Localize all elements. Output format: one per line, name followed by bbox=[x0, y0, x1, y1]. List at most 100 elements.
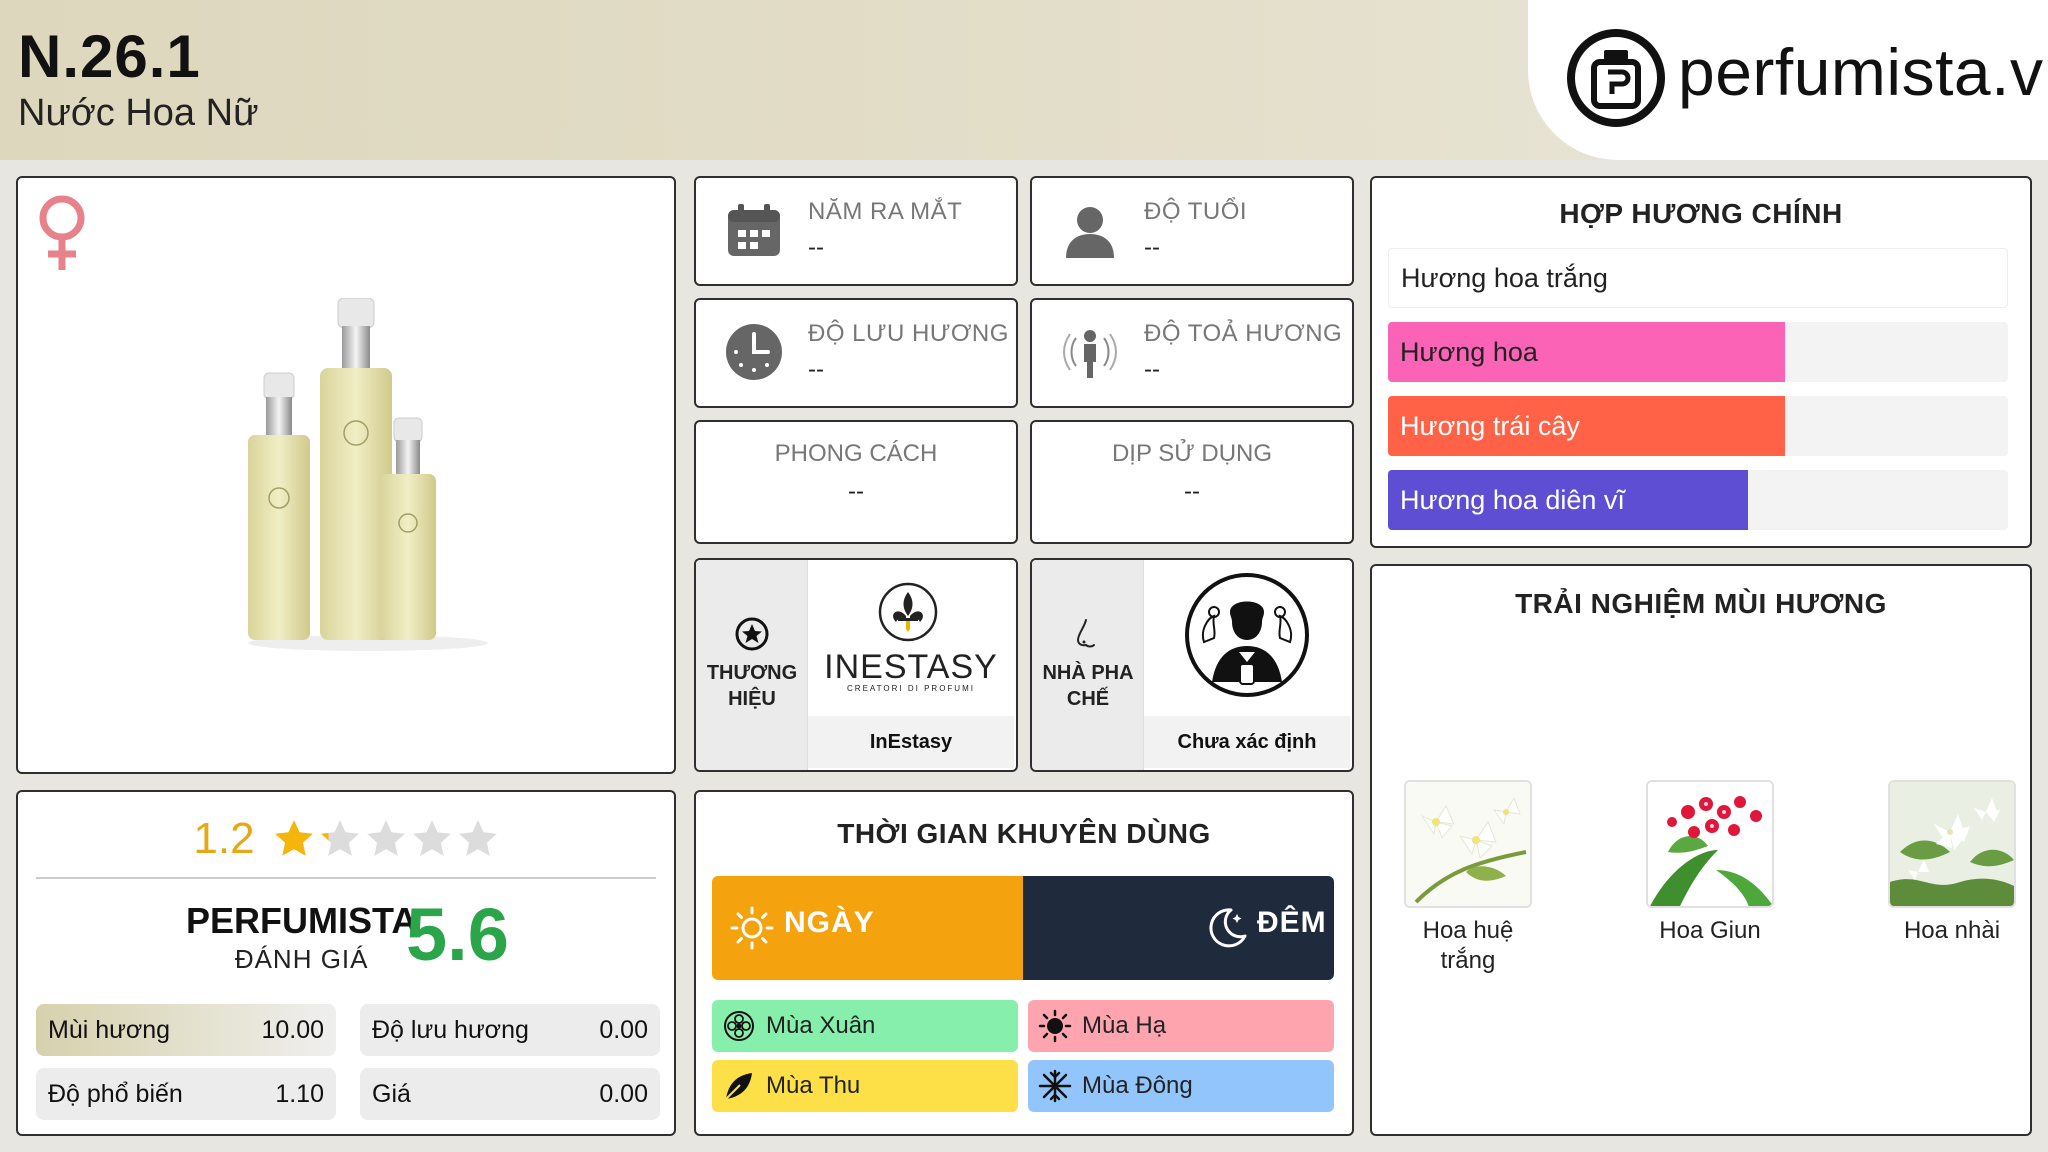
nose-icon bbox=[1076, 619, 1095, 648]
star-icon[interactable] bbox=[457, 818, 499, 860]
age-box: ĐỘ TUỔI -- bbox=[1030, 176, 1354, 286]
site-logo-text: perfumista.vn bbox=[1678, 35, 2048, 109]
jasmine-flower-icon bbox=[1890, 782, 2014, 906]
star-icon[interactable] bbox=[273, 818, 315, 860]
metric-longevity: Độ lưu hương 0.00 bbox=[360, 1004, 660, 1056]
day-label: NGÀY bbox=[784, 906, 875, 939]
brand-label-column: THƯƠNG HIỆU bbox=[696, 560, 808, 770]
metric-scent: Mùi hương 10.00 bbox=[36, 1004, 336, 1056]
note-name: Hoa nhài bbox=[1903, 917, 2001, 944]
style-value: -- bbox=[848, 478, 864, 505]
scent-experience-panel: TRẢI NGHIỆM MÙI HƯƠNG Hoa huệ trắng Hoa … bbox=[1370, 564, 2032, 1136]
perfumista-rating-caption: ĐÁNH GIÁ bbox=[234, 944, 369, 974]
note-name: Hoa Giun bbox=[1659, 917, 1761, 944]
accord-bar: Hương hoa bbox=[1388, 322, 2008, 382]
brand-logo: INESTASY CREATORI DI PROFUMI bbox=[808, 560, 1014, 716]
product-bottles-image bbox=[248, 298, 488, 651]
longevity-label: ĐỘ LƯU HƯƠNG bbox=[808, 320, 1009, 347]
season-label: Mùa Đông bbox=[1082, 1072, 1193, 1099]
fleur-de-lis-icon bbox=[878, 582, 938, 642]
snowflake-icon bbox=[1038, 1069, 1072, 1103]
occasion-label: DỊP SỬ DỤNG bbox=[1111, 440, 1273, 467]
occasion-box: DỊP SỬ DỤNG -- bbox=[1030, 420, 1354, 544]
accord-bar: Hương hoa diên vĩ bbox=[1388, 470, 2008, 530]
scent-experience-title: TRẢI NGHIỆM MÙI HƯƠNG bbox=[1515, 588, 1887, 619]
note-item[interactable]: Hoa huệ trắng bbox=[1388, 780, 1548, 976]
release-year-box: NĂM RA MẮT -- bbox=[694, 176, 1018, 286]
age-label: ĐỘ TUỔI bbox=[1144, 198, 1248, 225]
longevity-box: ĐỘ LƯU HƯƠNG -- bbox=[694, 298, 1018, 408]
note-item[interactable]: Hoa nhài bbox=[1872, 780, 2032, 946]
star-icon[interactable] bbox=[411, 818, 453, 860]
recommended-time-title: THỜI GIAN KHUYÊN DÙNG bbox=[837, 818, 1211, 849]
recommended-time-panel: THỜI GIAN KHUYÊN DÙNG NGÀY ĐÊM Mùa Xuân … bbox=[694, 790, 1354, 1136]
sillage-value: -- bbox=[1144, 356, 1160, 383]
star-icon[interactable] bbox=[365, 818, 407, 860]
star-badge-icon bbox=[735, 617, 769, 651]
note-image-rangoon-creeper bbox=[1646, 780, 1774, 908]
main-accords-panel: HỢP HƯƠNG CHÍNH Hương hoa trắng Hương ho… bbox=[1370, 176, 2032, 548]
brand-box[interactable]: THƯƠNG HIỆU INESTASY CREATORI DI PROFUMI… bbox=[694, 558, 1018, 772]
metric-label: Độ phổ biến bbox=[48, 1079, 183, 1108]
site-logo[interactable]: perfumista.vn bbox=[1528, 0, 2048, 160]
accord-bar: Hương trái cây bbox=[1388, 396, 2008, 456]
leaf-icon bbox=[725, 1073, 752, 1100]
metric-value: 10.00 bbox=[261, 1015, 324, 1044]
accord-bar: Hương hoa trắng bbox=[1388, 248, 2008, 308]
perfumer-label-column: NHÀ PHA CHẾ bbox=[1032, 560, 1144, 770]
perfumer-name: Chưa xác định bbox=[1144, 716, 1350, 768]
season-label: Mùa Thu bbox=[766, 1072, 861, 1099]
rating-divider bbox=[36, 877, 656, 879]
header: N.26.1 Nước Hoa Nữ perfumista.vn bbox=[0, 0, 2048, 160]
product-subtitle: Nước Hoa Nữ bbox=[18, 92, 259, 134]
perfumer-avatar bbox=[1144, 560, 1350, 716]
sun-icon bbox=[730, 906, 774, 950]
brand-logo-subtext: CREATORI DI PROFUMI bbox=[847, 684, 975, 693]
star-icon[interactable] bbox=[319, 818, 361, 860]
perfumer-label: NHÀ PHA CHẾ bbox=[1042, 662, 1134, 710]
day-segment: NGÀY bbox=[712, 876, 1023, 980]
release-year-value: -- bbox=[808, 234, 824, 261]
rating-value: 1.2 bbox=[193, 814, 255, 863]
note-name: Hoa huệ trắng bbox=[1422, 917, 1514, 974]
perfumista-score: 5.6 bbox=[406, 893, 509, 976]
metric-value: 0.00 bbox=[599, 1015, 648, 1044]
product-title: N.26.1 bbox=[18, 23, 201, 90]
night-label: ĐÊM bbox=[1257, 906, 1327, 939]
note-item[interactable]: Hoa Giun bbox=[1630, 780, 1790, 946]
metric-value: 0.00 bbox=[599, 1079, 648, 1108]
metric-popularity: Độ phổ biến 1.10 bbox=[36, 1068, 336, 1120]
calendar-icon bbox=[728, 204, 780, 256]
night-segment: ĐÊM bbox=[1023, 876, 1334, 980]
moon-icon bbox=[1209, 908, 1247, 948]
metric-value: 1.10 bbox=[275, 1079, 324, 1108]
occasion-value: -- bbox=[1184, 478, 1200, 505]
perfumista-rating-label: PERFUMISTA ĐÁNH GIÁ bbox=[186, 900, 417, 975]
rating-panel: 1.2 PERFUMISTA ĐÁNH GIÁ 5.6 Mùi hương 10… bbox=[16, 790, 676, 1136]
style-label: PHONG CÁCH bbox=[774, 440, 938, 467]
metric-label: Độ lưu hương bbox=[372, 1015, 529, 1044]
perfumer-box[interactable]: NHÀ PHA CHẾ Chưa xác định bbox=[1030, 558, 1354, 772]
female-symbol-icon bbox=[39, 195, 85, 270]
rating-stars[interactable] bbox=[273, 818, 499, 860]
sun-icon bbox=[1038, 1009, 1072, 1043]
accord-label: Hương trái cây bbox=[1400, 410, 1580, 441]
sillage-icon bbox=[1063, 330, 1117, 378]
sillage-box: ĐỘ TOẢ HƯƠNG -- bbox=[1030, 298, 1354, 408]
brand-logo-text: INESTASY bbox=[824, 648, 998, 686]
rangoon-creeper-flower-icon bbox=[1648, 782, 1772, 906]
style-box: PHONG CÁCH -- bbox=[694, 420, 1018, 544]
accord-label: Hương hoa bbox=[1400, 336, 1538, 367]
metric-price: Giá 0.00 bbox=[360, 1068, 660, 1120]
note-image-tuberose bbox=[1404, 780, 1532, 908]
perfumista-brand: PERFUMISTA bbox=[186, 900, 418, 941]
metric-label: Mùi hương bbox=[48, 1015, 171, 1044]
season-label: Mùa Hạ bbox=[1082, 1012, 1167, 1039]
accord-label: Hương hoa trắng bbox=[1401, 262, 1608, 293]
season-label: Mùa Xuân bbox=[766, 1012, 876, 1039]
perfumer-avatar-icon bbox=[1185, 573, 1309, 697]
main-accords-title: HỢP HƯƠNG CHÍNH bbox=[1559, 198, 1843, 229]
age-value: -- bbox=[1144, 234, 1160, 261]
season-spring: Mùa Xuân bbox=[712, 1000, 1018, 1052]
product-image-panel bbox=[16, 176, 676, 774]
